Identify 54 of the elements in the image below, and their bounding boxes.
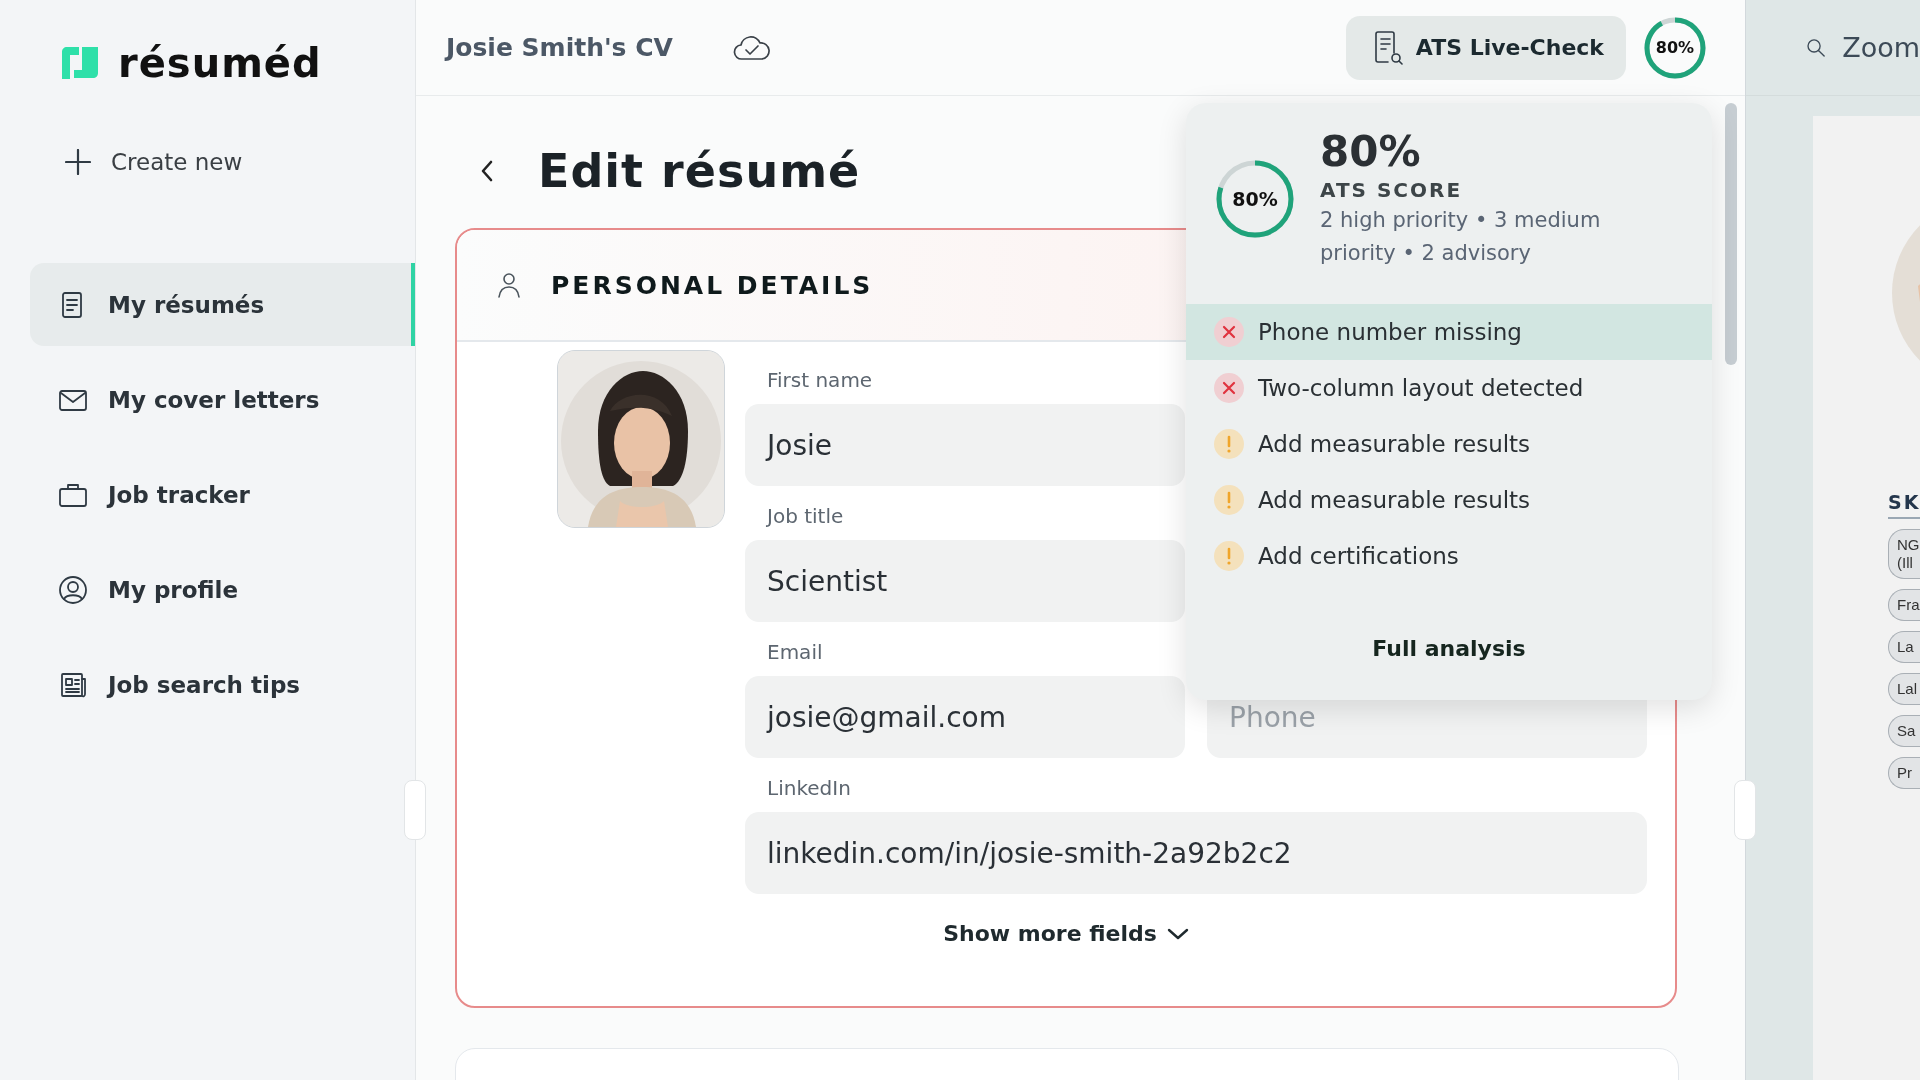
nav-item[interactable]: My profile — [30, 548, 415, 631]
issue-item[interactable]: Add measurable results — [1186, 416, 1712, 472]
skill-tag: NG (Ill — [1888, 529, 1920, 579]
field-label: Job title — [765, 504, 845, 528]
resize-handle[interactable] — [404, 780, 426, 840]
skill-tag: Pr — [1888, 757, 1920, 789]
error-icon — [1214, 373, 1244, 403]
field-label: LinkedIn — [766, 776, 852, 800]
cloud-check-icon — [732, 33, 771, 62]
scrollbar-thumb[interactable] — [1725, 103, 1737, 365]
logo-icon — [60, 45, 100, 80]
document-title: Josie Smith's CV — [446, 33, 673, 62]
nav-item[interactable]: My résumés — [30, 263, 415, 346]
field-label: Email — [766, 640, 824, 664]
issue-item[interactable]: Phone number missing — [1186, 304, 1712, 360]
create-new-button[interactable]: Create new — [65, 143, 243, 181]
nav-item[interactable]: My cover letters — [30, 358, 415, 441]
document-search-icon — [1373, 30, 1404, 65]
issue-item[interactable]: Two-column layout detected — [1186, 360, 1712, 416]
field-label: First name — [766, 368, 874, 392]
skill-tag: Sa — [1888, 715, 1920, 747]
score-text: 80% — [1655, 38, 1695, 57]
input-field[interactable]: josie@gmail.com — [745, 676, 1185, 758]
page-title: Edit résumé — [538, 144, 861, 198]
score-value: 80% — [1320, 127, 1422, 176]
skill-tag: Lal — [1888, 673, 1920, 705]
skill-tag: Fra — [1888, 589, 1920, 621]
input-field[interactable]: Scientist — [745, 540, 1185, 622]
full-analysis-button[interactable]: Full analysis — [1352, 628, 1546, 669]
ats-live-check-button[interactable]: ATS Live-Check — [1345, 15, 1626, 80]
score-summary: 2 high priority • 3 medium priority • 2 advisory — [1320, 207, 1602, 267]
chevron-left-icon — [480, 160, 494, 182]
warning-icon — [1214, 485, 1244, 515]
plus-icon — [65, 149, 91, 175]
zoom-label[interactable]: Zoom — [1842, 32, 1920, 63]
input-field[interactable]: Josie — [745, 404, 1185, 486]
score-text: 80% — [1232, 187, 1278, 210]
chevron-down-icon — [1166, 926, 1189, 941]
input-field[interactable]: linkedin.com/in/josie-smith-2a92b2c2 — [745, 812, 1647, 894]
score-label: ATS SCORE — [1320, 178, 1464, 202]
section-title: PERSONAL DETAILS — [551, 270, 874, 300]
user-circle-icon — [58, 574, 88, 605]
logo-text: résuméd — [118, 39, 322, 86]
warning-icon — [1214, 541, 1244, 571]
skill-tag: La — [1888, 631, 1920, 663]
issue-item[interactable]: Add measurable results — [1186, 472, 1712, 528]
resize-handle[interactable] — [1734, 780, 1756, 840]
show-more-fields-button[interactable]: Show more fields — [937, 920, 1195, 947]
nav-item[interactable]: Job tracker — [30, 453, 415, 536]
issue-item[interactable]: Add certifications — [1186, 528, 1712, 584]
nav-item[interactable]: Job search tips — [30, 643, 415, 726]
warning-icon — [1214, 429, 1244, 459]
person-icon — [497, 272, 521, 298]
error-icon — [1214, 317, 1244, 347]
